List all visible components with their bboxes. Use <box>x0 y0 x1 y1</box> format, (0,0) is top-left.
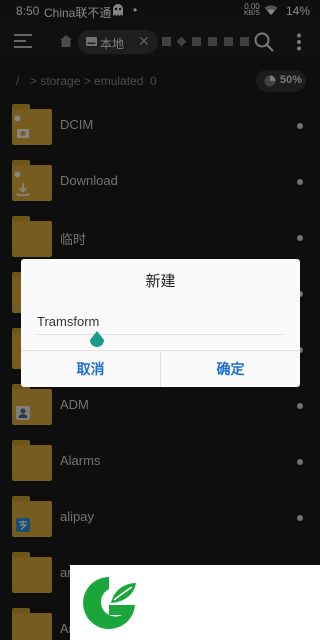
leaf-logo-icon <box>83 577 136 629</box>
cancel-button[interactable]: 取消 <box>21 351 160 387</box>
dialog-title: 新建 <box>145 273 176 290</box>
watermark-logo <box>70 565 320 640</box>
text-cursor-handle[interactable] <box>88 331 106 349</box>
new-item-dialog: 新建 Tramsform 取消 确定 <box>21 259 300 387</box>
confirm-button[interactable]: 确定 <box>161 351 300 387</box>
name-input[interactable]: Tramsform <box>37 311 284 335</box>
